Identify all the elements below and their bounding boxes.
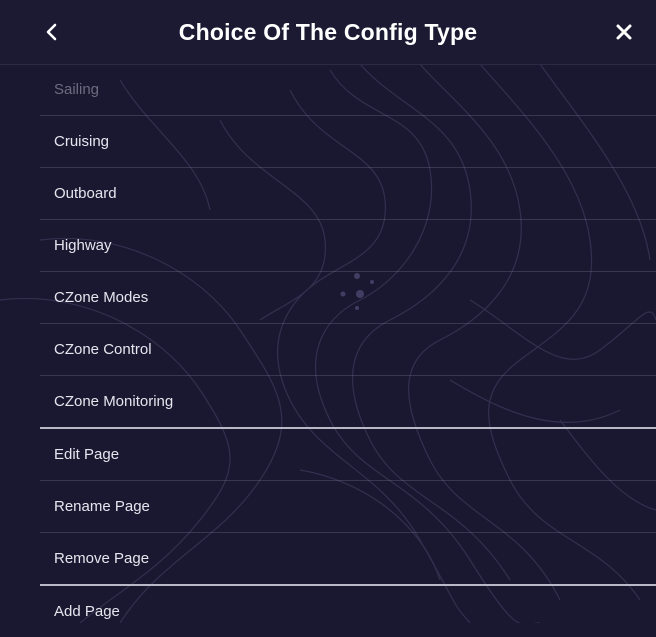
page-title: Choice Of The Config Type	[178, 19, 478, 45]
close-icon	[616, 24, 632, 40]
close-button[interactable]	[602, 12, 646, 52]
config-type-list: Sailing Cruising Outboard Highway CZone …	[40, 64, 656, 637]
chevron-left-icon	[46, 23, 57, 41]
menu-item-highway[interactable]: Highway	[40, 220, 656, 272]
menu-item-czone-control[interactable]: CZone Control	[40, 324, 656, 376]
menu-item-cruising[interactable]: Cruising	[40, 116, 656, 168]
menu-item-edit-page[interactable]: Edit Page	[40, 429, 656, 481]
menu-item-rename-page[interactable]: Rename Page	[40, 481, 656, 533]
header-bar: Choice Of The Config Type	[0, 0, 656, 65]
menu-item-remove-page[interactable]: Remove Page	[40, 533, 656, 586]
menu-item-czone-monitoring[interactable]: CZone Monitoring	[40, 376, 656, 429]
menu-item-add-page[interactable]: Add Page	[40, 586, 656, 637]
menu-item-czone-modes[interactable]: CZone Modes	[40, 272, 656, 324]
menu-item-outboard[interactable]: Outboard	[40, 168, 656, 220]
back-button[interactable]	[30, 12, 74, 52]
menu-item-sailing: Sailing	[40, 64, 656, 116]
